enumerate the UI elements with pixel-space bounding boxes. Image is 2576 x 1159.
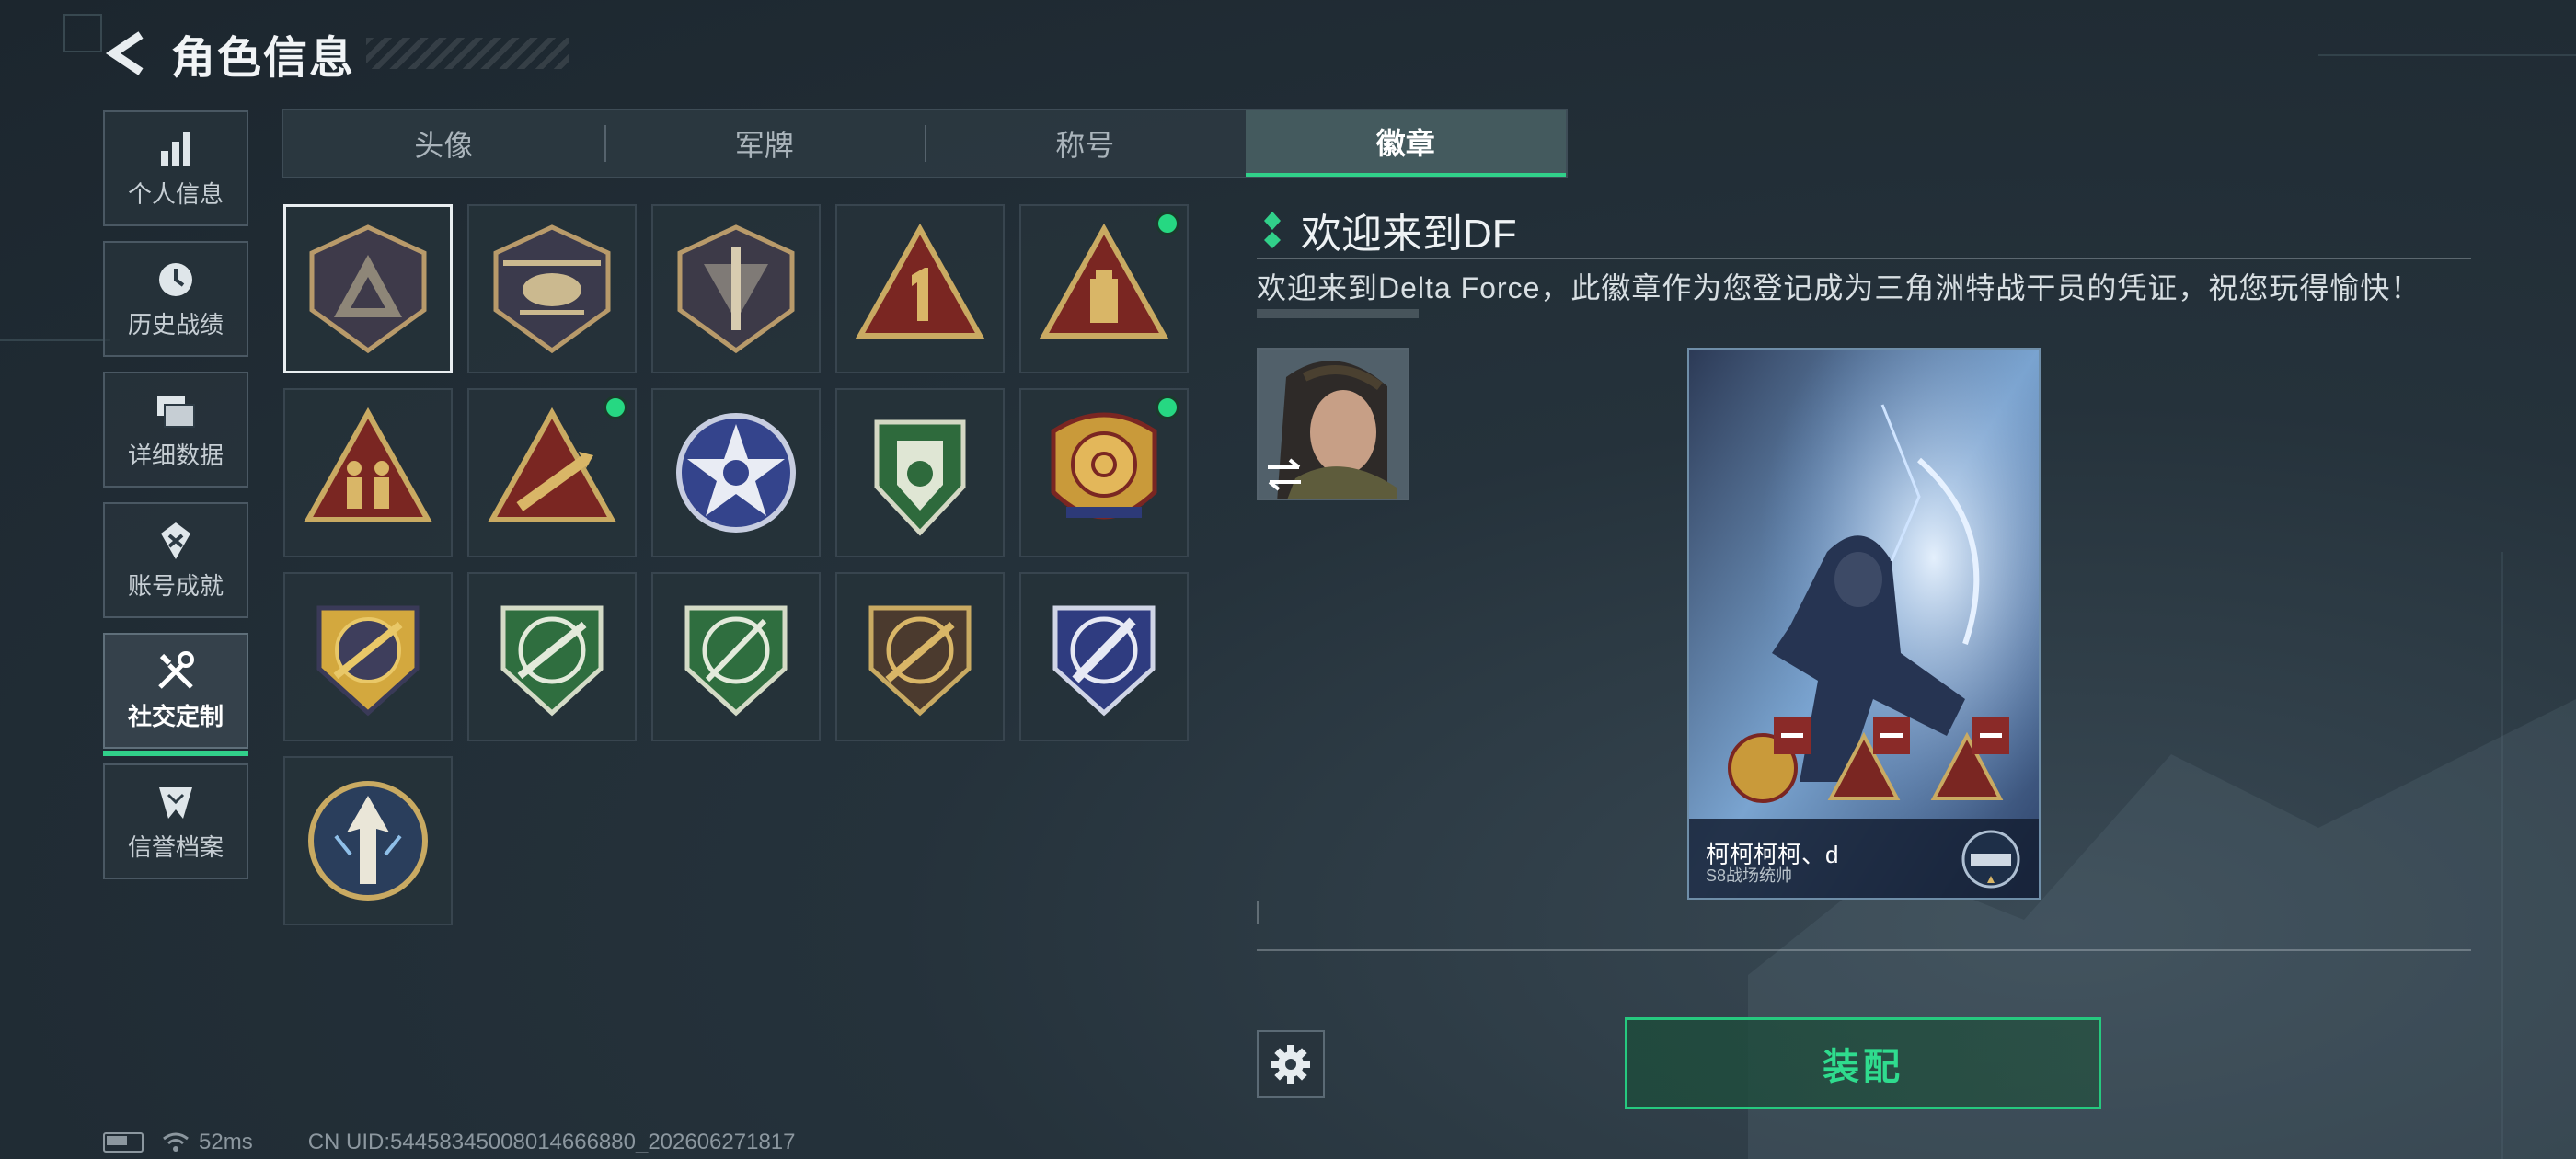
badge-cell[interactable]: [283, 388, 453, 557]
ping-value: 52ms: [199, 1130, 253, 1154]
badge-cell[interactable]: [651, 572, 821, 741]
badge-cell[interactable]: [467, 572, 637, 741]
usb-triangle-badge-icon: [1039, 223, 1169, 339]
category-tabs: 头像 军牌 称号 徽章: [282, 109, 1568, 178]
status-bar: 52ms CN UID:54458345008014666880_2026062…: [103, 1130, 796, 1155]
badge-cell[interactable]: [283, 204, 453, 373]
badge-cell[interactable]: [283, 756, 453, 925]
badge-cell[interactable]: [835, 204, 1005, 373]
tools-icon: [155, 650, 197, 693]
star-round-badge-icon: [676, 413, 796, 533]
title-decoration: [366, 38, 569, 69]
badge-description: 欢迎来到Delta Force，此徽章作为您登记成为三角洲特战干员的凭证，祝您玩…: [1257, 271, 2421, 304]
shield-badge-icon: [155, 781, 196, 823]
battery-icon: [103, 1132, 144, 1153]
player-card-preview: 柯柯柯柯、d S8战场统帅: [1687, 348, 2041, 900]
tab-dog-tag[interactable]: 军牌: [604, 110, 926, 177]
divider: [1257, 258, 2471, 259]
badge-cell[interactable]: [1019, 572, 1189, 741]
sidebar-item-detailed-data[interactable]: 详细数据: [103, 372, 248, 488]
sidebar-item-label: 社交定制: [127, 702, 224, 730]
sidebar-item-reputation[interactable]: 信誉档案: [103, 763, 248, 879]
user-uid: CN UID:54458345008014666880_202606271817: [307, 1130, 796, 1154]
settings-button[interactable]: [1257, 1030, 1325, 1098]
bar-chart-icon: [157, 128, 194, 170]
badge-cell[interactable]: [1019, 204, 1189, 373]
new-indicator-dot: [1156, 396, 1179, 419]
diamond-marker-icon: [1264, 212, 1281, 248]
gear-icon: [1271, 1045, 1310, 1084]
gold-rifle-crest-badge-icon: [316, 605, 420, 717]
avatar[interactable]: [1257, 348, 1409, 500]
panel-corner: [1257, 901, 1270, 924]
green-arrows-shield-badge-icon: [874, 419, 966, 536]
rank-emblem-icon: [1961, 830, 2020, 889]
brown-sniper-crest-badge-icon: [868, 605, 972, 717]
arrow-round-badge-icon: [308, 781, 428, 901]
description-underline: [1257, 309, 1419, 318]
sidebar-item-history[interactable]: 历史战绩: [103, 241, 248, 357]
folder-icon: [155, 389, 196, 431]
new-indicator-dot: [604, 396, 627, 419]
rocket-triangle-badge-icon: [487, 407, 617, 522]
equip-button[interactable]: 装配: [1625, 1017, 2101, 1109]
sidebar-item-social-custom[interactable]: 社交定制: [103, 633, 248, 756]
card-artwork: [1689, 350, 2039, 898]
badge-cell[interactable]: [651, 388, 821, 557]
blue-knife-crest-badge-icon: [1052, 605, 1156, 717]
equip-button-label: 装配: [1823, 1047, 1903, 1087]
badge-cell[interactable]: [467, 388, 637, 557]
badge-cell[interactable]: [835, 572, 1005, 741]
badge-cell[interactable]: [283, 572, 453, 741]
sidebar-item-label: 个人信息: [127, 179, 224, 208]
green-rifle-crest-badge-icon: [500, 605, 604, 717]
number-one-triangle-badge-icon: [855, 223, 985, 339]
tab-avatar[interactable]: 头像: [283, 110, 604, 177]
player-title: S8战场统帅: [1706, 866, 1793, 885]
sidebar-item-label: 信誉档案: [127, 832, 224, 861]
soldiers-triangle-badge-icon: [303, 407, 433, 522]
badge-cell[interactable]: [835, 388, 1005, 557]
crosshair-crest-badge-icon: [1051, 412, 1157, 520]
badge-cell[interactable]: [467, 204, 637, 373]
back-arrow-icon[interactable]: [101, 26, 151, 81]
new-indicator-dot: [1156, 212, 1179, 235]
sidebar-item-label: 详细数据: [127, 441, 224, 469]
green-sniper-crest-badge-icon: [684, 605, 788, 717]
badge-cell[interactable]: [651, 204, 821, 373]
badge-detail-header: 欢迎来到DF: [1262, 201, 1517, 259]
wifi-icon: [163, 1132, 189, 1152]
sidebar-item-personal-info[interactable]: 个人信息: [103, 110, 248, 226]
badge-cell[interactable]: [1019, 388, 1189, 557]
tab-badge[interactable]: 徽章: [1245, 110, 1566, 177]
dagger-shield-badge-icon: [677, 224, 795, 354]
swap-icon[interactable]: [1262, 456, 1306, 493]
sidebar: 个人信息 历史战绩 详细数据 账号成就 社交定制 信誉档案: [103, 110, 250, 894]
clock-icon: [155, 258, 196, 301]
divider: [1257, 949, 2471, 951]
sidebar-item-label: 账号成就: [127, 571, 224, 600]
sidebar-item-achievements[interactable]: 账号成就: [103, 502, 248, 618]
tab-title[interactable]: 称号: [925, 110, 1246, 177]
equipped-badges: [1728, 717, 2009, 803]
badge-name: 欢迎来到DF: [1301, 212, 1517, 257]
header: 角色信息: [101, 20, 569, 86]
achievement-icon: [155, 520, 196, 562]
sidebar-item-label: 历史战绩: [127, 310, 224, 339]
page-title: 角色信息: [171, 34, 356, 83]
helicopter-badge-icon: [493, 224, 611, 354]
delta-shield-badge-icon: [309, 224, 427, 354]
